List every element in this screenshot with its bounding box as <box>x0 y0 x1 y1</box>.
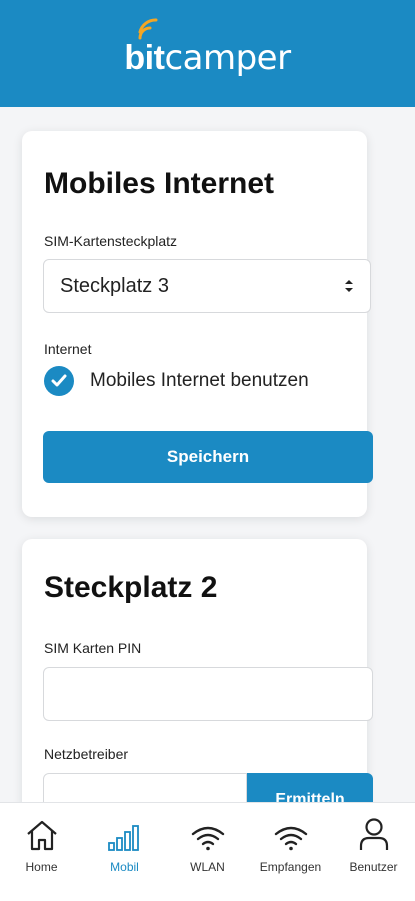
tab-benutzer[interactable]: Benutzer <box>332 803 415 901</box>
mobile-internet-checkbox[interactable] <box>44 366 74 396</box>
select-arrows-icon <box>345 280 353 292</box>
sim-pin-input[interactable] <box>43 667 373 721</box>
sim-slot-value: Steckplatz 3 <box>60 274 169 297</box>
signal-bars-icon <box>107 817 143 851</box>
slot2-title: Steckplatz 2 <box>44 571 218 604</box>
signal-arcs-icon <box>138 18 158 39</box>
provider-label: Netzbetreiber <box>44 746 129 762</box>
wifi-icon <box>190 817 226 851</box>
mobile-internet-card: Mobiles Internet SIM-Kartensteckplatz St… <box>22 131 373 517</box>
tab-home-label: Home <box>25 860 58 874</box>
user-icon <box>356 817 392 851</box>
tab-empfangen-label: Empfangen <box>259 860 322 874</box>
tab-mobil[interactable]: Mobil <box>83 803 166 901</box>
tab-mobil-label: Mobil <box>110 860 139 874</box>
internet-label: Internet <box>44 341 92 357</box>
slot2-card: Steckplatz 2 SIM Karten PIN Netzbetreibe… <box>22 539 373 802</box>
tab-home[interactable]: Home <box>0 803 83 901</box>
checkmark-icon <box>51 374 67 387</box>
wifi-receive-icon <box>273 817 309 851</box>
bottom-tab-bar: Home Mobil WLAN Empfangen Benutzer <box>0 802 415 901</box>
logo-bold-text: bit <box>124 38 165 77</box>
content-scroll[interactable]: Mobiles Internet SIM-Kartensteckplatz St… <box>0 107 415 802</box>
bitcamper-logo: bit camper <box>124 18 291 78</box>
tab-wlan-label: WLAN <box>190 860 225 874</box>
mobile-internet-title: Mobiles Internet <box>44 167 275 200</box>
sim-slot-select[interactable]: Steckplatz 3 <box>43 259 371 313</box>
app-header: bit camper <box>0 0 415 107</box>
tab-benutzer-label: Benutzer <box>349 860 398 874</box>
tab-empfangen[interactable]: Empfangen <box>249 803 332 901</box>
provider-input[interactable] <box>43 773 247 802</box>
sim-slot-label: SIM-Kartensteckplatz <box>44 233 178 249</box>
save-button[interactable]: Speichern <box>43 431 373 483</box>
logo-light-text: camper <box>164 37 291 78</box>
mobile-internet-checkbox-label: Mobiles Internet benutzen <box>90 370 309 391</box>
tab-wlan[interactable]: WLAN <box>166 803 249 901</box>
mobile-internet-checkbox-row[interactable]: Mobiles Internet benutzen <box>44 366 309 396</box>
sim-pin-label: SIM Karten PIN <box>44 640 142 656</box>
home-icon <box>24 817 60 851</box>
detect-button[interactable]: Ermitteln <box>247 773 373 802</box>
